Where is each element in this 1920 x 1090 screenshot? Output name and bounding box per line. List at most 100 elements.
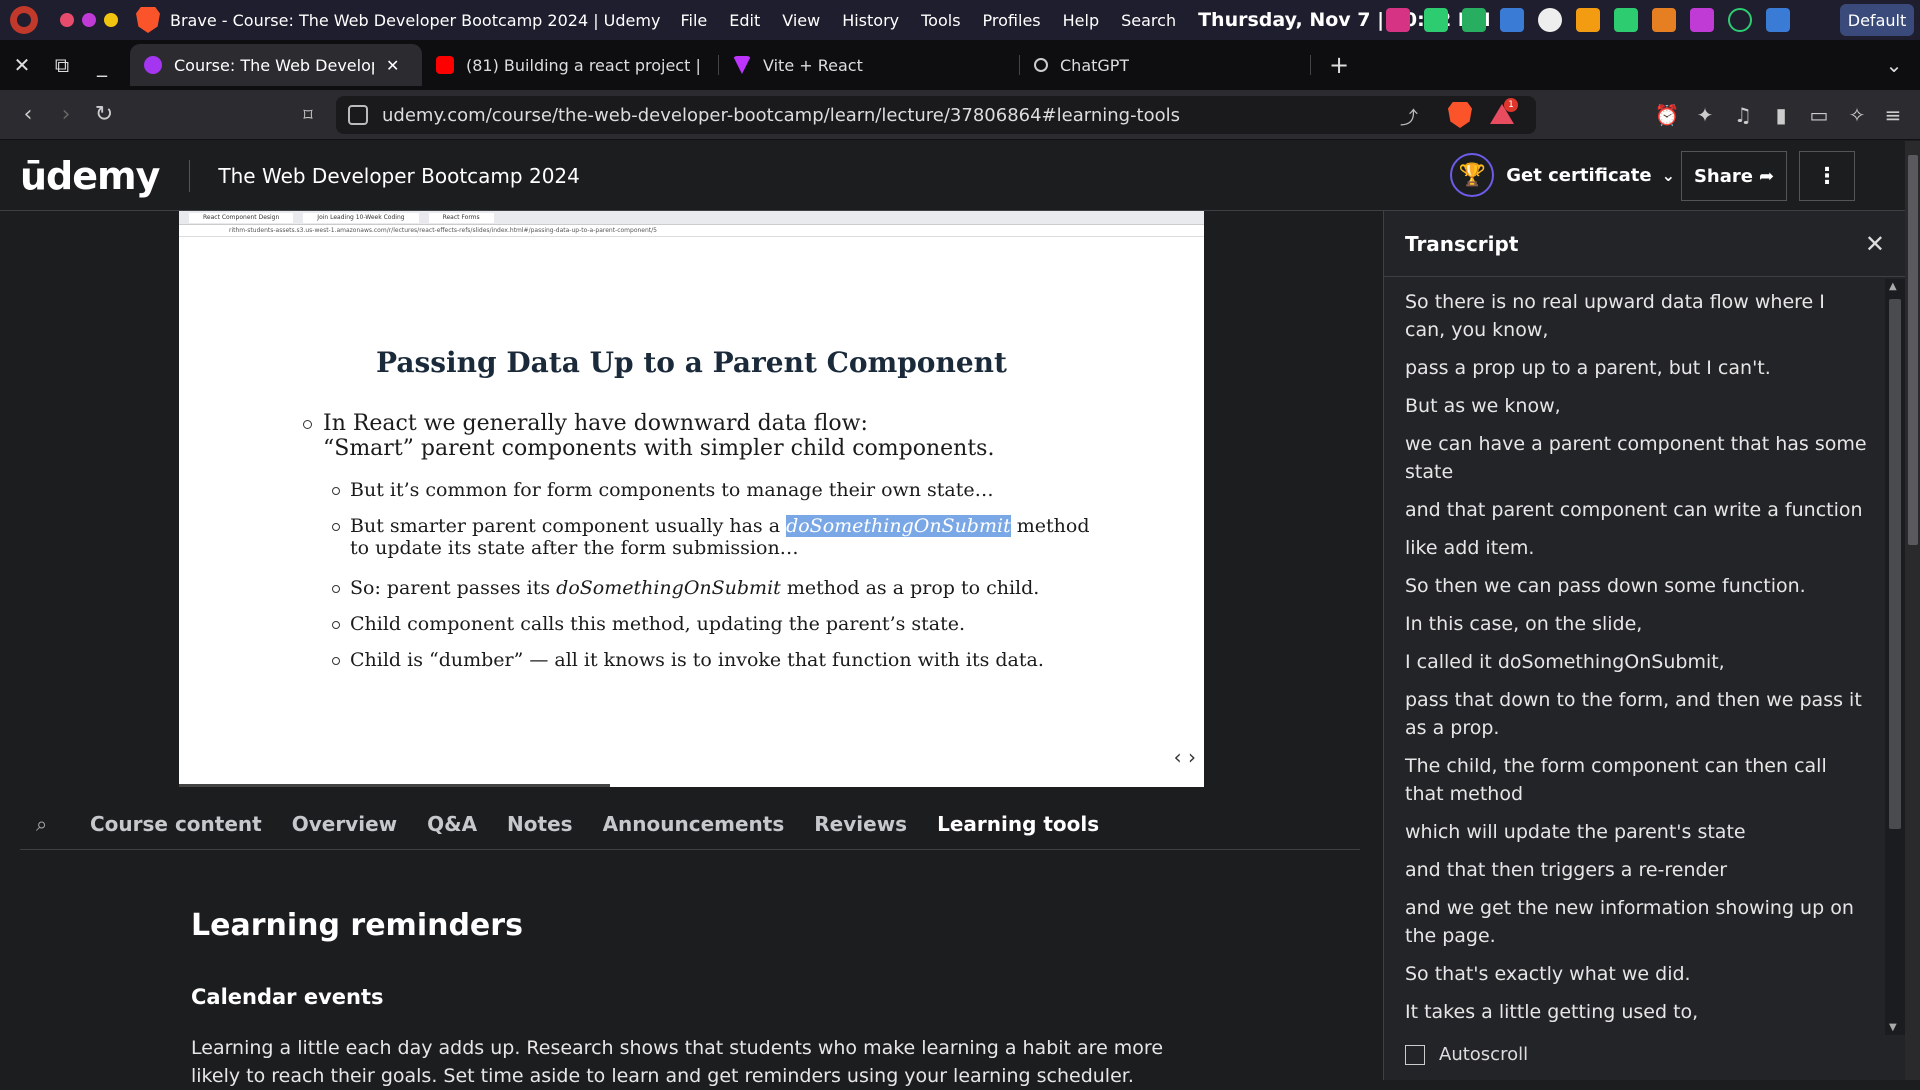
forward-icon[interactable]: › [48, 97, 84, 133]
close-icon[interactable]: ✕ [2, 45, 42, 85]
tab-list-chevron-icon[interactable]: ⌄ [1874, 45, 1914, 85]
minimize-icon[interactable]: _ [82, 45, 122, 85]
profile-button[interactable]: Default [1840, 4, 1914, 36]
power-icon[interactable] [1652, 8, 1676, 32]
transcript-line[interactable]: and that then triggers a re-render [1405, 856, 1884, 884]
transcript-line[interactable]: But as we know, [1405, 392, 1884, 420]
tab-vite[interactable]: Vite + React [719, 44, 1019, 86]
battery-icon[interactable] [1576, 8, 1600, 32]
autoscroll-label: Autoscroll [1439, 1044, 1529, 1065]
transcript-line[interactable]: I called it doSomethingOnSubmit, [1405, 648, 1884, 676]
transcript-line[interactable]: and we get the new information showing u… [1405, 894, 1884, 950]
music-icon[interactable]: ♫ [1731, 103, 1755, 127]
transcript-line[interactable]: which will update the parent's state [1405, 818, 1884, 846]
menu-profiles[interactable]: Profiles [983, 11, 1041, 30]
tab-overview[interactable]: Overview [292, 812, 397, 836]
menu-tools[interactable]: Tools [921, 11, 960, 30]
maximize-window-dot[interactable] [104, 13, 118, 27]
tab-udemy[interactable]: Course: The Web Developer Bootcamp 2024 … [130, 44, 422, 86]
share-button[interactable]: Share ➦ [1681, 151, 1787, 201]
calendar-events-heading: Calendar events [191, 985, 384, 1009]
tab-reviews[interactable]: Reviews [814, 812, 907, 836]
status-icon[interactable] [1728, 8, 1752, 32]
tab-youtube[interactable]: (81) Building a react project | bg [422, 44, 718, 86]
dots-icon[interactable] [1766, 8, 1790, 32]
calendar-icon[interactable] [1386, 8, 1410, 32]
transcript-scrollbar[interactable]: ▲ ▼ [1885, 279, 1905, 1035]
course-title[interactable]: The Web Developer Bootcamp 2024 [218, 164, 579, 188]
tab-course-content[interactable]: Course content [90, 812, 262, 836]
trophy-icon: 🏆 [1450, 153, 1495, 197]
menu-view[interactable]: View [782, 11, 820, 30]
menu-history[interactable]: History [842, 11, 899, 30]
transcript-line[interactable]: It takes a little getting used to, [1405, 998, 1884, 1026]
transcript-list[interactable]: So there is no real upward data flow whe… [1384, 279, 1884, 1035]
transcript-line[interactable]: In this case, on the slide, [1405, 610, 1884, 638]
transcript-line[interactable]: So then we can pass down some function. [1405, 572, 1884, 600]
menu-edit[interactable]: Edit [729, 11, 760, 30]
site-info-icon[interactable] [348, 105, 368, 125]
minimize-window-dot[interactable] [82, 13, 96, 27]
extensions-icon[interactable]: ✦ [1693, 103, 1717, 127]
reload-icon[interactable]: ↻ [86, 97, 122, 133]
slide-next-icon[interactable]: ‹ › [1174, 745, 1196, 769]
transcript-line[interactable]: like add item. [1405, 534, 1884, 562]
scroll-up-icon[interactable]: ▲ [1889, 281, 1897, 292]
new-tab-icon[interactable]: + [1319, 45, 1359, 85]
tab-learning-tools[interactable]: Learning tools [937, 812, 1099, 836]
video-player[interactable]: React Component Design Join Leading 10-W… [179, 211, 1204, 787]
transcript-line[interactable]: pass a prop up to a parent, but I can't. [1405, 354, 1884, 382]
hamburger-menu-icon[interactable]: ≡ [1881, 103, 1905, 127]
certificate-label: Get certificate [1506, 164, 1652, 186]
check-icon[interactable] [1690, 8, 1714, 32]
brightness-icon[interactable] [1538, 8, 1562, 32]
udemy-logo[interactable]: ūdemy [20, 154, 160, 198]
bluetooth-icon[interactable] [1500, 8, 1524, 32]
address-bar[interactable]: udemy.com/course/the-web-developer-bootc… [336, 96, 1536, 134]
tab-announcements[interactable]: Announcements [603, 812, 785, 836]
transcript-line[interactable]: So there is no real upward data flow whe… [1405, 288, 1884, 344]
alarm-icon[interactable]: ⏰ [1655, 103, 1680, 127]
more-options-icon[interactable]: ⋮ [1799, 151, 1855, 201]
volume-icon[interactable] [1462, 8, 1486, 32]
share-icon[interactable]: ⤴ [1400, 104, 1418, 130]
menu-search[interactable]: Search [1121, 11, 1176, 30]
brave-shield-icon[interactable] [1448, 102, 1472, 128]
url-text[interactable]: udemy.com/course/the-web-developer-bootc… [382, 105, 1180, 126]
window-title: Brave - Course: The Web Developer Bootca… [170, 10, 661, 30]
back-icon[interactable]: ‹ [10, 97, 46, 133]
close-window-dot[interactable] [60, 13, 74, 27]
restore-icon[interactable]: ⧉ [42, 45, 82, 85]
page-scrollbar[interactable] [1905, 141, 1920, 1080]
close-transcript-icon[interactable]: ✕ [1865, 230, 1885, 258]
autoscroll-checkbox[interactable] [1405, 1044, 1425, 1065]
tab-notes[interactable]: Notes [507, 812, 573, 836]
scroll-down-icon[interactable]: ▼ [1889, 1022, 1897, 1033]
autoscroll-toggle[interactable]: Autoscroll [1405, 1044, 1528, 1065]
page-scrollbar-thumb[interactable] [1908, 155, 1918, 545]
wifi-icon[interactable] [1614, 8, 1638, 32]
video-progress-bar[interactable] [179, 784, 610, 787]
wallet-icon[interactable]: ▭ [1807, 103, 1831, 127]
menu-file[interactable]: File [680, 11, 707, 30]
search-icon[interactable]: ⌕ [36, 812, 76, 836]
transcript-line[interactable]: we can have a parent component that has … [1405, 430, 1884, 486]
transcript-line[interactable]: So that's exactly what we did. [1405, 960, 1884, 988]
mini-tab: Join Leading 10-Week Coding [303, 212, 419, 223]
transcript-line[interactable]: pass that down to the form, and then we … [1405, 686, 1884, 742]
sidebar-icon[interactable]: ▮ [1769, 103, 1793, 127]
scrollbar-thumb[interactable] [1889, 299, 1901, 829]
pause-icon[interactable] [1424, 8, 1448, 32]
tab-qa[interactable]: Q&A [427, 812, 477, 836]
menu-help[interactable]: Help [1063, 11, 1099, 30]
method-name: doSomethingOnSubmit [556, 577, 781, 599]
tab-close-icon[interactable]: ✕ [386, 56, 399, 75]
os-logo-icon[interactable] [10, 6, 38, 34]
transcript-line[interactable]: and that parent component can write a fu… [1405, 496, 1884, 524]
tab-chatgpt[interactable]: ChatGPT [1020, 44, 1310, 86]
bullet-text: But it’s common for form components to m… [350, 479, 994, 501]
get-certificate-button[interactable]: 🏆 Get certificate ⌄ [1450, 153, 1675, 197]
bookmark-icon[interactable]: ⌑ [290, 97, 326, 133]
leo-ai-icon[interactable]: ✧ [1845, 103, 1869, 127]
transcript-line[interactable]: The child, the form component can then c… [1405, 752, 1884, 808]
